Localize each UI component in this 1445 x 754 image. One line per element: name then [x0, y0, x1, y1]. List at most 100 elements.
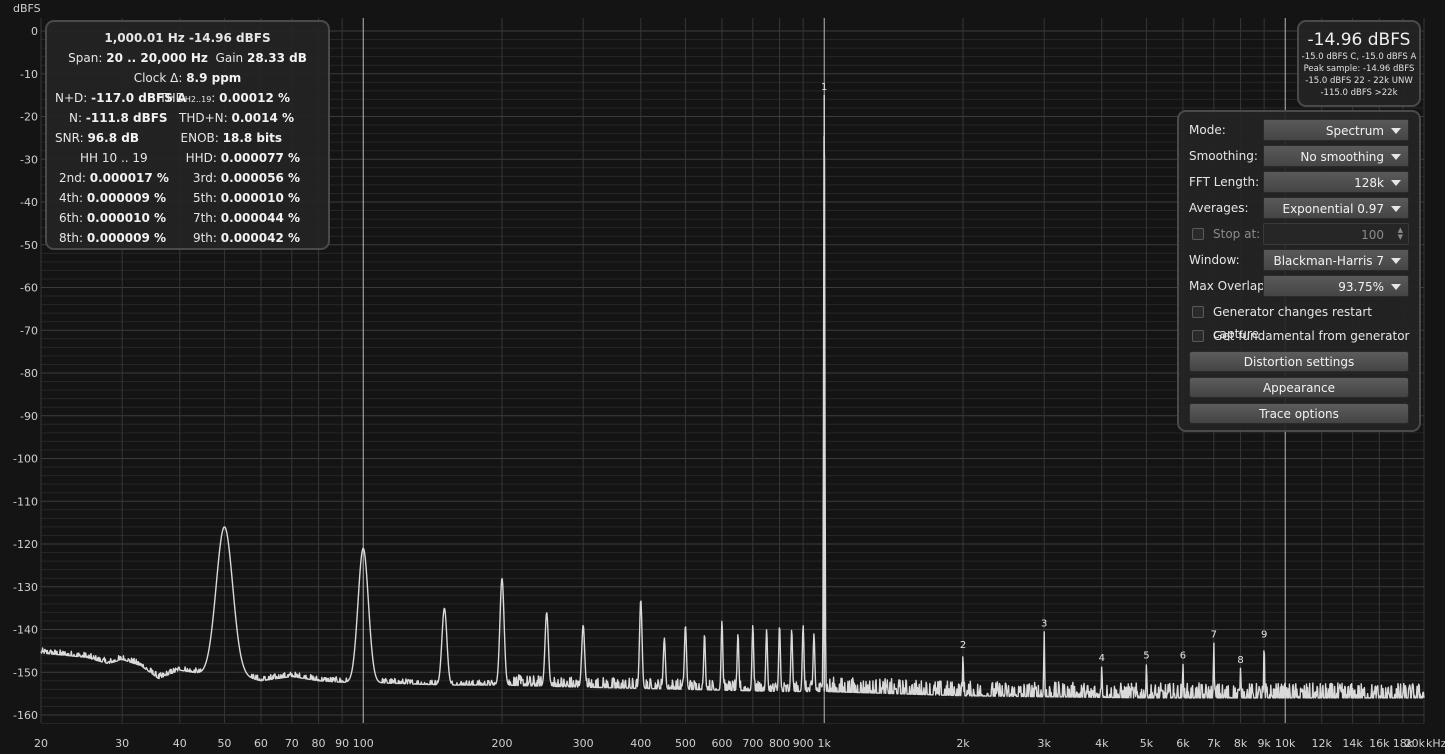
thd-sub: H2..19: [184, 95, 212, 104]
clock-label: Clock Δ:: [133, 71, 183, 85]
y-tick-label: -50: [20, 239, 38, 252]
stop-at-checkbox[interactable]: [1192, 228, 1204, 240]
x-tick-label: 60: [254, 737, 268, 750]
hhd-value: 0.000077 %: [220, 151, 300, 165]
y-tick-label: -100: [13, 453, 38, 466]
fundamental-from-generator-checkbox[interactable]: [1192, 330, 1204, 342]
generator-restart-checkbox[interactable]: [1192, 306, 1204, 318]
x-tick-label: 5k: [1140, 737, 1154, 750]
h4-value: 0.000009 %: [86, 191, 167, 205]
thd-label: THD: [159, 91, 185, 105]
y-tick-label: -40: [20, 196, 38, 209]
span-value: 20 .. 20,000 Hz: [106, 51, 208, 65]
y-tick-label: -150: [13, 666, 38, 679]
h5-value: 0.000010 %: [220, 191, 300, 205]
trace-options-button[interactable]: Trace options: [1189, 403, 1409, 424]
max-overlap-label: Max Overlap:: [1189, 279, 1269, 293]
y-tick-label: -110: [13, 495, 38, 508]
x-axis-unit: kHz: [1426, 737, 1445, 750]
harmonic-marker: 4: [1099, 653, 1105, 664]
averages-value: Exponential 0.97: [1282, 202, 1385, 216]
h7-label: 7th:: [192, 211, 217, 225]
harmonic-marker: 9: [1261, 629, 1267, 640]
y-tick-label: -30: [20, 153, 38, 166]
window-value: Blackman-Harris 7: [1273, 254, 1384, 268]
averages-label: Averages:: [1189, 201, 1249, 215]
x-tick-label: 40: [173, 737, 187, 750]
harmonic-marker: 1: [821, 82, 827, 93]
harmonic-marker: 8: [1237, 655, 1243, 666]
y-tick-label: 0: [31, 25, 38, 38]
measurement-stats-panel: 1,000.01 Hz -14.96 dBFS Span: 20 .. 20,0…: [45, 20, 330, 250]
x-tick-label: 2k: [956, 737, 970, 750]
y-tick-label: -130: [13, 581, 38, 594]
level-main-readout: -14.96 dBFS: [1307, 30, 1411, 50]
fft-length-value: 128k: [1354, 176, 1384, 190]
smoothing-dropdown[interactable]: No smoothing: [1263, 145, 1409, 167]
x-tick-label: 9k: [1257, 737, 1271, 750]
stop-at-spinbox[interactable]: 100 ▲ ▼: [1263, 223, 1409, 245]
hh-label: HH 10 .. 19: [80, 151, 148, 165]
x-tick-label: 90: [335, 737, 349, 750]
y-tick-label: -80: [20, 367, 38, 380]
thdn-value: 0.0014 %: [231, 111, 294, 125]
fft-length-dropdown[interactable]: 128k: [1263, 171, 1409, 193]
enob-value: 18.8 bits: [222, 131, 282, 145]
h9-label: 9th:: [192, 231, 217, 245]
x-tick-label: 6k: [1176, 737, 1190, 750]
x-tick-label: 900: [793, 737, 814, 750]
x-tick-label: 4k: [1095, 737, 1109, 750]
level-unweighted: -15.0 dBFS 22 - 22k UNW: [1305, 76, 1413, 86]
h7-value: 0.000044 %: [220, 211, 300, 225]
nd-label: N+D:: [55, 91, 88, 105]
x-tick-label: 14k: [1342, 737, 1363, 750]
chevron-down-icon: [1391, 258, 1401, 264]
chevron-down-icon: [1391, 154, 1401, 160]
x-tick-label: 70: [285, 737, 299, 750]
y-tick-label: -70: [20, 324, 38, 337]
snr-label: SNR:: [55, 131, 84, 145]
level-peak-sample: Peak sample: -14.96 dBFS: [1303, 64, 1415, 74]
spin-arrows-icon: ▲ ▼: [1397, 226, 1403, 241]
h3-label: 3rd:: [192, 171, 217, 185]
chevron-down-icon: [1391, 284, 1401, 290]
smoothing-value: No smoothing: [1300, 150, 1384, 164]
x-tick-label: 8k: [1234, 737, 1248, 750]
window-label: Window:: [1189, 253, 1240, 267]
y-tick-label: -120: [13, 538, 38, 551]
mode-dropdown[interactable]: Spectrum: [1263, 119, 1409, 141]
x-tick-label: 12k: [1312, 737, 1333, 750]
harmonic-marker: 6: [1180, 651, 1186, 662]
x-tick-label: 3k: [1037, 737, 1051, 750]
mode-value: Spectrum: [1325, 124, 1384, 138]
fundamental-from-generator-label: Get fundamental from generator: [1213, 329, 1410, 343]
x-tick-label: 20: [34, 737, 48, 750]
window-dropdown[interactable]: Blackman-Harris 7: [1263, 249, 1409, 271]
max-overlap-dropdown[interactable]: 93.75%: [1263, 275, 1409, 297]
x-tick-label: 400: [630, 737, 651, 750]
span-label: Span:: [68, 51, 103, 65]
x-tick-label: 700: [742, 737, 763, 750]
h2-value: 0.000017 %: [89, 171, 169, 185]
x-tick-label: 100: [353, 737, 374, 750]
fft-length-label: FFT Length:: [1189, 175, 1260, 189]
stop-at-label: Stop at:: [1213, 227, 1261, 241]
mode-label: Mode:: [1189, 123, 1226, 137]
h5-label: 5th:: [192, 191, 217, 205]
appearance-button[interactable]: Appearance: [1189, 377, 1409, 398]
y-tick-label: -140: [13, 624, 38, 637]
x-tick-label: 80: [312, 737, 326, 750]
h4-label: 4th:: [59, 191, 83, 205]
enob-label: ENOB:: [180, 131, 219, 145]
x-tick-label: 20k: [1405, 737, 1426, 750]
averages-dropdown[interactable]: Exponential 0.97: [1263, 197, 1409, 219]
x-tick-label: 200: [492, 737, 513, 750]
level-meter-panel: -14.96 dBFS -15.0 dBFS C, -15.0 dBFS A P…: [1297, 20, 1421, 107]
clock-value: 8.9 ppm: [186, 71, 242, 85]
stop-at-value: 100: [1361, 228, 1384, 242]
x-tick-label: 30: [115, 737, 129, 750]
y-tick-label: -160: [13, 709, 38, 722]
x-tick-label: 800: [769, 737, 790, 750]
thd-value: 0.00012 %: [219, 91, 290, 105]
distortion-settings-button[interactable]: Distortion settings: [1189, 351, 1409, 372]
